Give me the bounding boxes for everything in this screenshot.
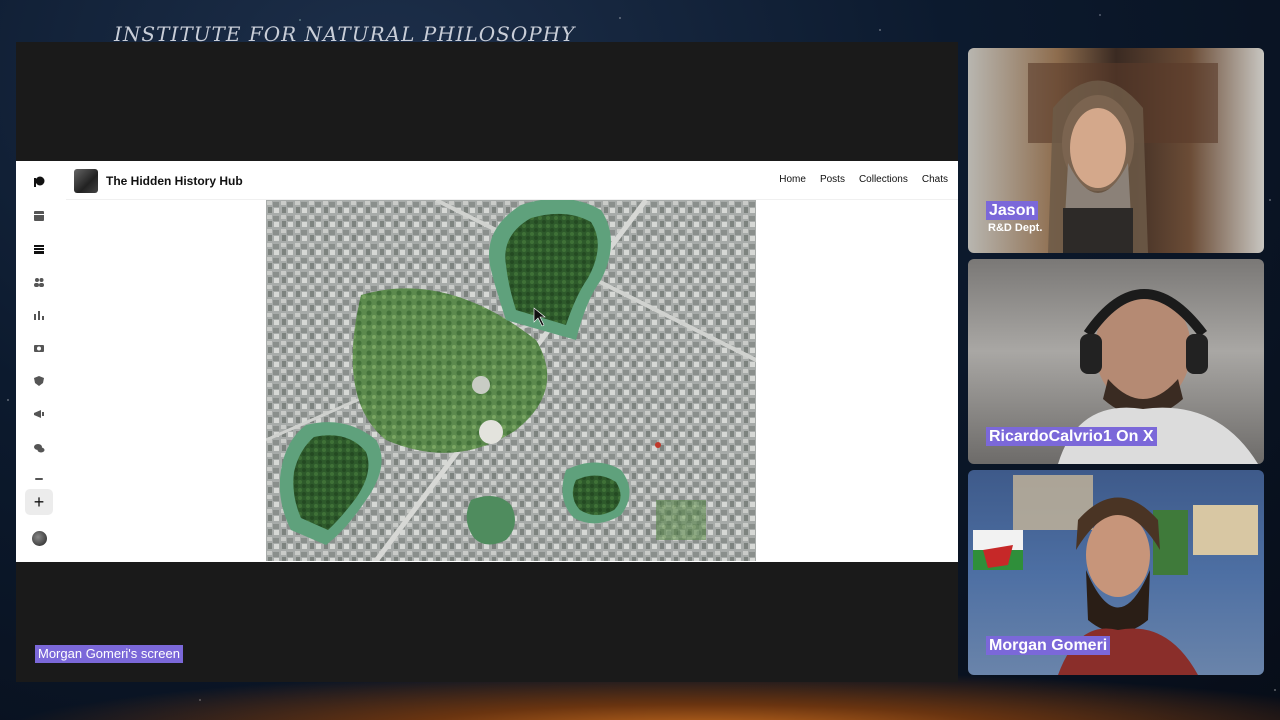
aerial-map-image	[266, 200, 756, 561]
participant-name: Jason	[986, 201, 1039, 220]
screen-share-stage: + The Hidden History Hub Home Posts Coll…	[16, 42, 958, 682]
participant-tile-jason[interactable]: Jason R&D Dept.	[968, 48, 1264, 253]
more-icon[interactable]	[32, 468, 46, 482]
announcements-icon[interactable]	[32, 407, 46, 421]
account-avatar[interactable]	[32, 531, 47, 546]
shared-browser-page: + The Hidden History Hub Home Posts Coll…	[16, 161, 958, 562]
security-icon[interactable]	[32, 374, 46, 388]
nav-home[interactable]: Home	[779, 174, 806, 185]
participant-name: Morgan Gomeri	[986, 636, 1111, 655]
nav-posts[interactable]: Posts	[820, 174, 845, 185]
payouts-icon[interactable]	[32, 341, 46, 355]
aerial-map-svg	[266, 200, 756, 561]
dashboard-icon[interactable]	[32, 209, 46, 223]
nav-collections[interactable]: Collections	[859, 174, 908, 185]
participant-tile-ricardo[interactable]: RicardoCalvrio1 On X	[968, 259, 1264, 464]
site-name[interactable]: The Hidden History Hub	[106, 174, 243, 188]
participant-name: RicardoCalvrio1 On X	[986, 427, 1157, 446]
nav-chats[interactable]: Chats	[922, 174, 948, 185]
analytics-icon[interactable]	[32, 308, 46, 322]
logo-icon[interactable]	[32, 175, 46, 189]
site-logo[interactable]	[74, 169, 98, 193]
members-icon[interactable]	[32, 275, 46, 289]
participant-subtitle: R&D Dept.	[988, 222, 1043, 234]
creator-sidebar: +	[16, 161, 62, 562]
chats-icon[interactable]	[32, 441, 46, 455]
add-button[interactable]: +	[25, 489, 53, 515]
site-nav: Home Posts Collections Chats	[779, 174, 948, 185]
participant-tile-morgan[interactable]: Morgan Gomeri	[968, 470, 1264, 675]
library-icon[interactable]	[32, 242, 46, 256]
screen-share-label: Morgan Gomeri's screen	[35, 645, 183, 663]
